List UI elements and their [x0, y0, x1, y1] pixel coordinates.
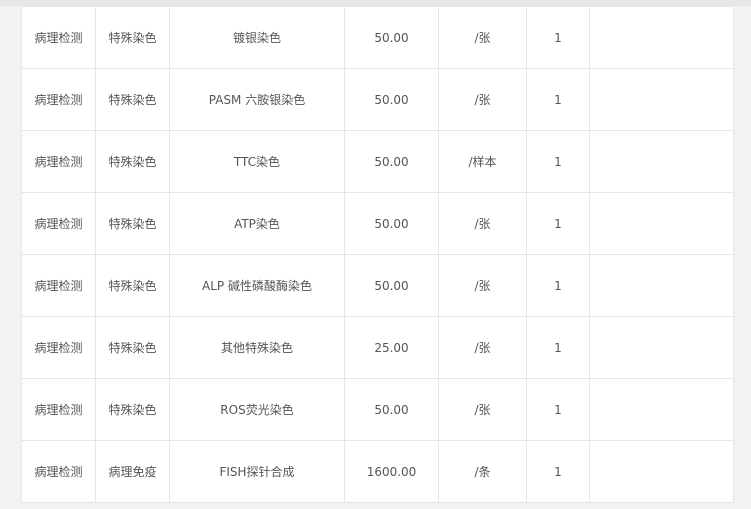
note-cell — [589, 378, 734, 441]
page: 病理检测 特殊染色 镀银染色 50.00/张 1 病理检测 特殊染色 PASM 六胺银染色 50… — [0, 0, 751, 509]
price-cell: 50.00 — [344, 378, 439, 441]
category-cell: 病理检测 — [21, 440, 96, 503]
item-name-cell: ATP染色 — [169, 192, 345, 255]
subcategory-cell: 病理免疫 — [95, 440, 170, 503]
category-cell: 病理检测 — [21, 6, 96, 69]
item-name-cell: ROS荧光染色 — [169, 378, 345, 441]
note-cell — [589, 130, 734, 193]
table-row: 病理检测 特殊染色 TTC染色 50.00/样本 1 — [21, 130, 734, 193]
subcategory-cell: 特殊染色 — [95, 316, 170, 379]
subcategory-cell: 特殊染色 — [95, 254, 170, 317]
category-cell: 病理检测 — [21, 68, 96, 131]
table-row: 病理检测 特殊染色 ALP 碱性磷酸酶染色 50.00/张 1 — [21, 254, 734, 317]
price-cell: 50.00 — [344, 130, 439, 193]
table-row: 病理检测 特殊染色 ATP染色 50.00/张 1 — [21, 192, 734, 255]
price-cell: 1600.00 — [344, 440, 439, 503]
subcategory-cell: 特殊染色 — [95, 378, 170, 441]
category-cell: 病理检测 — [21, 192, 96, 255]
price-cell: 25.00 — [344, 316, 439, 379]
unit-cell: /张 — [438, 316, 527, 379]
note-cell — [589, 192, 734, 255]
table-body: 病理检测 特殊染色 镀银染色 50.00/张 1 病理检测 特殊染色 PASM 六胺银染色 50… — [21, 6, 734, 503]
note-cell — [589, 316, 734, 379]
price-cell: 50.00 — [344, 68, 439, 131]
price-cell: 50.00 — [344, 254, 439, 317]
quantity-cell: 1 — [526, 378, 590, 441]
subcategory-cell: 特殊染色 — [95, 130, 170, 193]
table-row: 病理检测 病理免疫 FISH探针合成 1600.00/条 1 — [21, 440, 734, 503]
unit-cell: /样本 — [438, 130, 527, 193]
subcategory-cell: 特殊染色 — [95, 6, 170, 69]
quantity-cell: 1 — [526, 316, 590, 379]
note-cell — [589, 6, 734, 69]
subcategory-cell: 特殊染色 — [95, 192, 170, 255]
item-name-cell: 其他特殊染色 — [169, 316, 345, 379]
category-cell: 病理检测 — [21, 378, 96, 441]
unit-cell: /张 — [438, 378, 527, 441]
table-row: 病理检测 特殊染色 ROS荧光染色 50.00/张 1 — [21, 378, 734, 441]
quantity-cell: 1 — [526, 254, 590, 317]
table-row: 病理检测 特殊染色 其他特殊染色 25.00/张 1 — [21, 316, 734, 379]
unit-cell: /张 — [438, 68, 527, 131]
item-name-cell: TTC染色 — [169, 130, 345, 193]
category-cell: 病理检测 — [21, 130, 96, 193]
price-cell: 50.00 — [344, 6, 439, 69]
quantity-cell: 1 — [526, 192, 590, 255]
subcategory-cell: 特殊染色 — [95, 68, 170, 131]
note-cell — [589, 68, 734, 131]
note-cell — [589, 254, 734, 317]
table-row: 病理检测 特殊染色 镀银染色 50.00/张 1 — [21, 6, 734, 69]
table-row: 病理检测 特殊染色 PASM 六胺银染色 50.00/张 1 — [21, 68, 734, 131]
item-name-cell: 镀银染色 — [169, 6, 345, 69]
price-table: 病理检测 特殊染色 镀银染色 50.00/张 1 病理检测 特殊染色 PASM 六胺银染色 50… — [21, 6, 734, 503]
item-name-cell: FISH探针合成 — [169, 440, 345, 503]
category-cell: 病理检测 — [21, 316, 96, 379]
quantity-cell: 1 — [526, 68, 590, 131]
unit-cell: /张 — [438, 192, 527, 255]
note-cell — [589, 440, 734, 503]
quantity-cell: 1 — [526, 6, 590, 69]
unit-cell: /条 — [438, 440, 527, 503]
quantity-cell: 1 — [526, 130, 590, 193]
category-cell: 病理检测 — [21, 254, 96, 317]
price-cell: 50.00 — [344, 192, 439, 255]
item-name-cell: PASM 六胺银染色 — [169, 68, 345, 131]
unit-cell: /张 — [438, 254, 527, 317]
quantity-cell: 1 — [526, 440, 590, 503]
unit-cell: /张 — [438, 6, 527, 69]
item-name-cell: ALP 碱性磷酸酶染色 — [169, 254, 345, 317]
